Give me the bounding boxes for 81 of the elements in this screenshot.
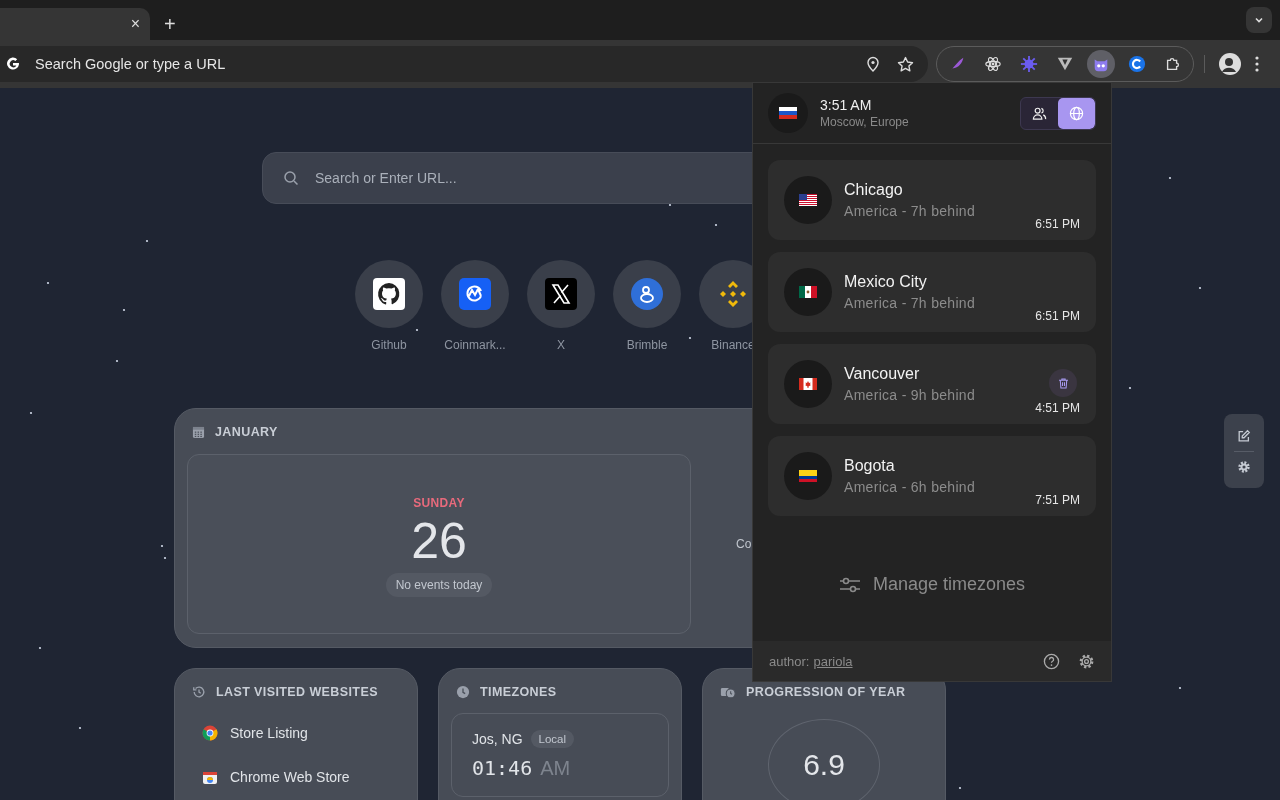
- card-title: JANUARY: [215, 425, 278, 439]
- zone-time: 7:51 PM: [1035, 493, 1080, 507]
- calendar-icon: [192, 425, 205, 439]
- sun-icon: [1020, 55, 1038, 73]
- google-g-icon: [5, 56, 21, 72]
- globe-icon: [1069, 105, 1084, 121]
- shortcut-label[interactable]: Coinmark...: [444, 338, 506, 352]
- card-title: TIMEZONES: [480, 685, 557, 699]
- shortcut-label[interactable]: X: [557, 338, 565, 352]
- city-name: Vancouver: [844, 365, 921, 383]
- zone-time: 6:51 PM: [1035, 309, 1080, 323]
- time-offset: America - 9h behind: [844, 387, 976, 403]
- chrome-logo-icon: [202, 725, 218, 741]
- shortcut-label[interactable]: Brimble: [626, 338, 668, 352]
- calendar-clock-icon: [720, 685, 736, 699]
- new-tab-button[interactable]: +: [164, 14, 176, 34]
- settings-icon[interactable]: [1237, 459, 1251, 474]
- timezone-card[interactable]: Bogota America - 6h behind 7:51 PM: [768, 436, 1096, 516]
- x-logo-icon: [545, 278, 577, 310]
- timezone-period: AM: [540, 756, 571, 780]
- no-events-pill: No events today: [385, 572, 493, 597]
- time-offset: America - 6h behind: [844, 479, 976, 495]
- profile-avatar-icon[interactable]: [1219, 53, 1241, 75]
- people-icon: [1032, 105, 1047, 121]
- edit-icon[interactable]: [1237, 428, 1251, 443]
- trash-icon: [1056, 376, 1070, 390]
- flag-icon: [799, 194, 817, 206]
- timezone-card[interactable]: Mexico City America - 7h behind 6:51 PM: [768, 252, 1096, 332]
- city-name: Chicago: [844, 181, 904, 199]
- menu-icon[interactable]: [1255, 56, 1259, 72]
- timezone-time: 01:46: [472, 756, 533, 780]
- shortcut-label[interactable]: Github: [371, 338, 407, 352]
- tab-search-button[interactable]: [1246, 7, 1272, 33]
- local-badge: Local: [530, 730, 575, 748]
- address-bar[interactable]: Search Google or type a URL: [0, 46, 928, 82]
- close-tab-button[interactable]: ×: [130, 16, 140, 32]
- coin-chart-logo-icon: [459, 278, 491, 310]
- timezone-card[interactable]: Chicago America - 7h behind 6:51 PM: [768, 160, 1096, 240]
- flag-icon: [799, 378, 817, 390]
- manage-timezones-button[interactable]: Manage timezones: [838, 574, 1026, 595]
- timezone-place: Jos, NG: [472, 731, 523, 747]
- time-offset: America - 7h behind: [844, 203, 976, 219]
- puzzle-icon: [1164, 55, 1182, 73]
- card-title: PROGRESSION OF YEAR: [746, 685, 906, 699]
- search-input[interactable]: Search or Enter URL...: [313, 169, 769, 187]
- delete-button[interactable]: [1049, 369, 1077, 397]
- year-progress-value: 6.9: [803, 748, 845, 782]
- current-location: Moscow, Europe: [820, 115, 910, 129]
- brimble-logo-icon: [631, 278, 663, 310]
- cat-silhouette-icon: [373, 278, 405, 310]
- history-icon: [192, 685, 206, 699]
- city-name: Bogota: [844, 457, 896, 475]
- day-number: 26: [411, 513, 467, 569]
- calendar-side-text: Co: [736, 537, 752, 551]
- location-pin-icon[interactable]: [865, 56, 881, 72]
- atom-icon: [984, 55, 1002, 73]
- extension-button[interactable]: [1087, 50, 1115, 78]
- globe-view-button[interactable]: [1058, 97, 1095, 129]
- author-label: author:: [769, 653, 810, 669]
- browser-tab[interactable]: ×: [0, 8, 150, 40]
- visited-site-link[interactable]: Store Listing: [230, 725, 308, 741]
- settings-icon[interactable]: [1078, 652, 1095, 670]
- web-store-logo-icon: [202, 769, 218, 785]
- flag-icon: [779, 107, 797, 119]
- city-name: Mexico City: [844, 273, 928, 291]
- flag-icon: [799, 286, 817, 298]
- timezone-card[interactable]: Vancouver America - 9h behind 4:51 PM: [768, 344, 1096, 424]
- clock-icon: [456, 685, 470, 699]
- c-logo-icon: [1128, 55, 1146, 73]
- bookmark-star-icon[interactable]: [897, 55, 914, 73]
- time-offset: America - 7h behind: [844, 295, 976, 311]
- zone-time: 4:51 PM: [1035, 401, 1080, 415]
- search-icon: [283, 170, 299, 186]
- weekday-label: SUNDAY: [413, 495, 465, 510]
- visited-site-link[interactable]: Chrome Web Store: [230, 769, 350, 785]
- current-time: 3:51 AM: [820, 97, 873, 113]
- zone-time: 6:51 PM: [1035, 217, 1080, 231]
- flag-icon: [799, 470, 817, 482]
- help-icon[interactable]: [1043, 652, 1060, 670]
- author-link[interactable]: pariola: [813, 653, 853, 669]
- card-title: LAST VISITED WEBSITES: [216, 685, 378, 699]
